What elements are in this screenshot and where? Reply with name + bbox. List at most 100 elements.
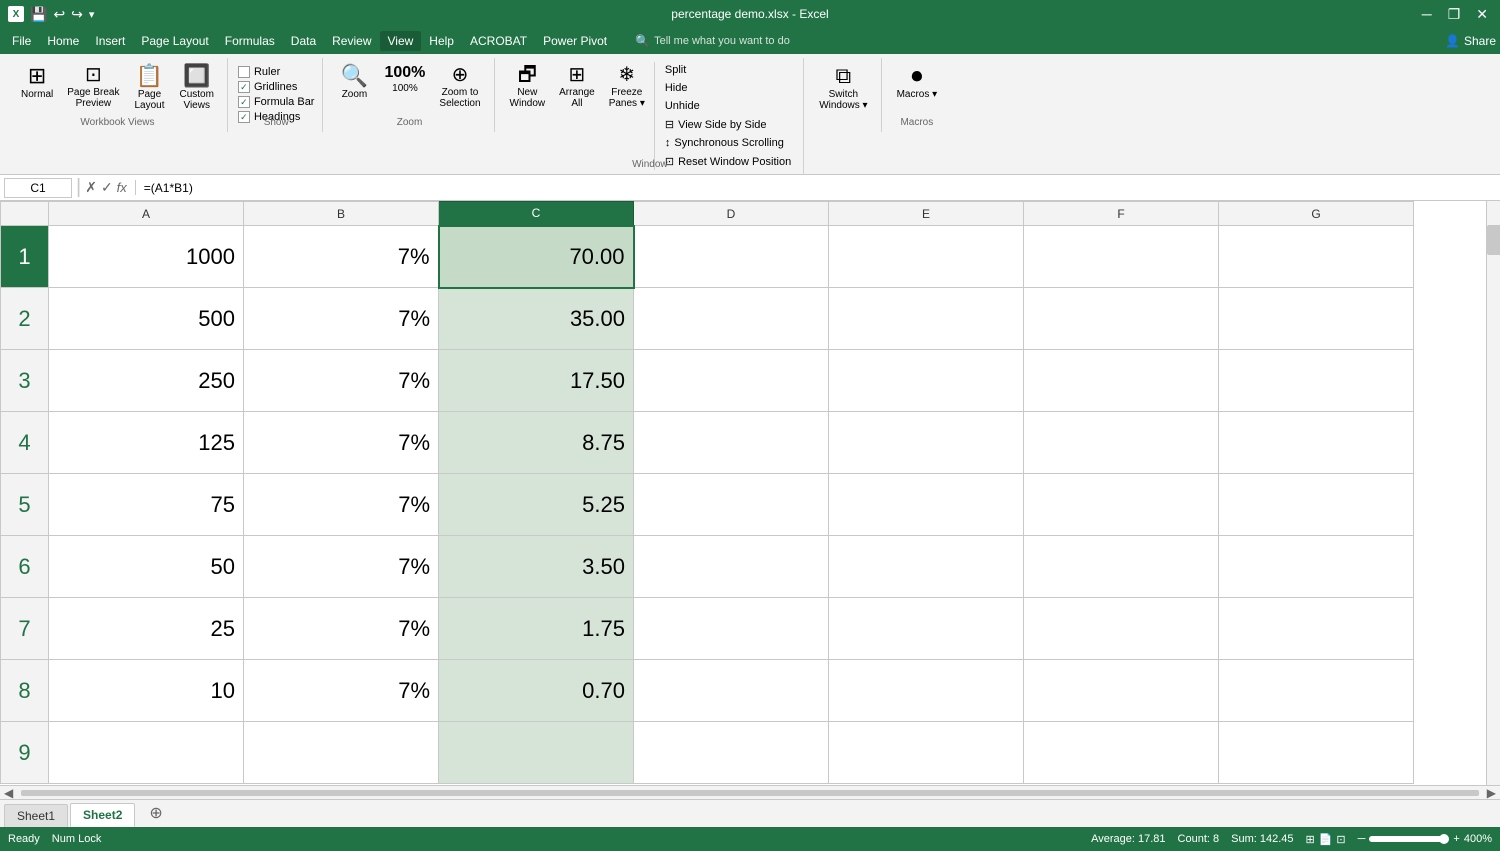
horizontal-scrollbar[interactable]: ◀ ▶ xyxy=(0,785,1500,799)
hide-button[interactable]: Hide xyxy=(661,80,795,96)
quick-undo[interactable]: ↩ xyxy=(53,6,65,23)
gridlines-checkbox-box[interactable]: ✓ xyxy=(238,81,250,93)
cell-g3[interactable] xyxy=(1219,350,1414,412)
freeze-panes-button[interactable]: ❄ FreezePanes ▾ xyxy=(604,62,650,112)
menu-insert[interactable]: Insert xyxy=(87,31,133,51)
cell-d1[interactable] xyxy=(634,226,829,288)
close-button[interactable]: ✕ xyxy=(1472,6,1492,23)
cell-b9[interactable] xyxy=(244,722,439,784)
cell-f8[interactable] xyxy=(1024,660,1219,722)
cell-e7[interactable] xyxy=(829,598,1024,660)
custom-views-button[interactable]: 🔲 CustomViews xyxy=(175,62,219,114)
cell-d4[interactable] xyxy=(634,412,829,474)
page-break-view-icon[interactable]: ⊡ xyxy=(1336,833,1345,846)
cell-g1[interactable] xyxy=(1219,226,1414,288)
formula-bar-checkbox[interactable]: ✓ Formula Bar xyxy=(238,96,315,108)
quick-customize[interactable]: ▾ xyxy=(89,8,95,21)
formula-input[interactable] xyxy=(140,179,1496,197)
cell-f9[interactable] xyxy=(1024,722,1219,784)
cell-g2[interactable] xyxy=(1219,288,1414,350)
restore-button[interactable]: ❐ xyxy=(1444,6,1465,23)
cell-e4[interactable] xyxy=(829,412,1024,474)
cell-g5[interactable] xyxy=(1219,474,1414,536)
normal-view-icon[interactable]: ⊞ xyxy=(1305,833,1314,846)
cell-c2[interactable]: 35.00 xyxy=(439,288,634,350)
cell-c1[interactable]: 70.00 xyxy=(439,226,634,288)
switch-windows-button[interactable]: ⧉ SwitchWindows ▾ xyxy=(814,62,872,114)
cell-f7[interactable] xyxy=(1024,598,1219,660)
cell-a6[interactable]: 50 xyxy=(49,536,244,598)
menu-help[interactable]: Help xyxy=(421,31,462,51)
cell-e3[interactable] xyxy=(829,350,1024,412)
menu-page-layout[interactable]: Page Layout xyxy=(133,31,216,51)
cancel-icon[interactable]: ✗ xyxy=(85,179,97,196)
cell-g4[interactable] xyxy=(1219,412,1414,474)
zoom-button[interactable]: 🔍 Zoom xyxy=(333,62,375,103)
zoom-to-selection-button[interactable]: ⊕ Zoom toSelection xyxy=(434,62,485,112)
cell-a2[interactable]: 500 xyxy=(49,288,244,350)
quick-save[interactable]: 💾 xyxy=(30,6,47,23)
cell-a4[interactable]: 125 xyxy=(49,412,244,474)
new-window-button[interactable]: 🗗 NewWindow xyxy=(505,62,551,112)
cell-f1[interactable] xyxy=(1024,226,1219,288)
menu-acrobat[interactable]: ACROBAT xyxy=(462,31,535,51)
sheet-tab-sheet1[interactable]: Sheet1 xyxy=(4,804,68,827)
cell-d3[interactable] xyxy=(634,350,829,412)
cell-b1[interactable]: 7% xyxy=(244,226,439,288)
cell-f2[interactable] xyxy=(1024,288,1219,350)
cell-c3[interactable]: 17.50 xyxy=(439,350,634,412)
formula-bar-checkbox-box[interactable]: ✓ xyxy=(238,96,250,108)
cell-g7[interactable] xyxy=(1219,598,1414,660)
cell-c9[interactable] xyxy=(439,722,634,784)
cell-b2[interactable]: 7% xyxy=(244,288,439,350)
cell-b4[interactable]: 7% xyxy=(244,412,439,474)
col-header-d[interactable]: D xyxy=(634,202,829,226)
cell-e8[interactable] xyxy=(829,660,1024,722)
cell-d2[interactable] xyxy=(634,288,829,350)
normal-button[interactable]: ⊞ Normal xyxy=(16,62,58,103)
add-sheet-button[interactable]: ⊕ xyxy=(141,799,170,827)
cell-b5[interactable]: 7% xyxy=(244,474,439,536)
sync-scrolling-button[interactable]: ↕ Synchronous Scrolling xyxy=(661,135,795,151)
cell-e9[interactable] xyxy=(829,722,1024,784)
cell-f6[interactable] xyxy=(1024,536,1219,598)
cell-e6[interactable] xyxy=(829,536,1024,598)
col-header-g[interactable]: G xyxy=(1219,202,1414,226)
cell-f3[interactable] xyxy=(1024,350,1219,412)
vertical-scrollbar[interactable] xyxy=(1486,201,1500,785)
cell-b6[interactable]: 7% xyxy=(244,536,439,598)
search-bar[interactable]: Tell me what you want to do xyxy=(654,35,790,47)
cell-e2[interactable] xyxy=(829,288,1024,350)
cell-b7[interactable]: 7% xyxy=(244,598,439,660)
minimize-button[interactable]: ─ xyxy=(1418,6,1436,22)
cell-e5[interactable] xyxy=(829,474,1024,536)
cell-d5[interactable] xyxy=(634,474,829,536)
cell-f5[interactable] xyxy=(1024,474,1219,536)
menu-file[interactable]: File xyxy=(4,31,39,51)
ruler-checkbox[interactable]: Ruler xyxy=(238,66,315,78)
menu-power-pivot[interactable]: Power Pivot xyxy=(535,31,615,51)
cell-c7[interactable]: 1.75 xyxy=(439,598,634,660)
cell-c8[interactable]: 0.70 xyxy=(439,660,634,722)
col-header-c[interactable]: C xyxy=(439,202,634,226)
name-box[interactable] xyxy=(4,178,72,198)
col-header-f[interactable]: F xyxy=(1024,202,1219,226)
cell-a1[interactable]: 1000 xyxy=(49,226,244,288)
split-button[interactable]: Split xyxy=(661,62,795,78)
ruler-checkbox-box[interactable] xyxy=(238,66,250,78)
cell-g9[interactable] xyxy=(1219,722,1414,784)
cell-a9[interactable] xyxy=(49,722,244,784)
cell-f4[interactable] xyxy=(1024,412,1219,474)
page-layout-button[interactable]: 📋 PageLayout xyxy=(129,62,171,114)
col-header-b[interactable]: B xyxy=(244,202,439,226)
page-break-preview-button[interactable]: ⊡ Page BreakPreview xyxy=(62,62,124,112)
quick-redo[interactable]: ↪ xyxy=(71,6,83,23)
menu-review[interactable]: Review xyxy=(324,31,379,51)
cell-a3[interactable]: 250 xyxy=(49,350,244,412)
scroll-left-icon[interactable]: ◀ xyxy=(0,786,17,800)
zoom-in-button[interactable]: + xyxy=(1453,833,1459,845)
cell-d9[interactable] xyxy=(634,722,829,784)
cell-d7[interactable] xyxy=(634,598,829,660)
col-header-e[interactable]: E xyxy=(829,202,1024,226)
zoom-slider[interactable] xyxy=(1369,836,1449,842)
